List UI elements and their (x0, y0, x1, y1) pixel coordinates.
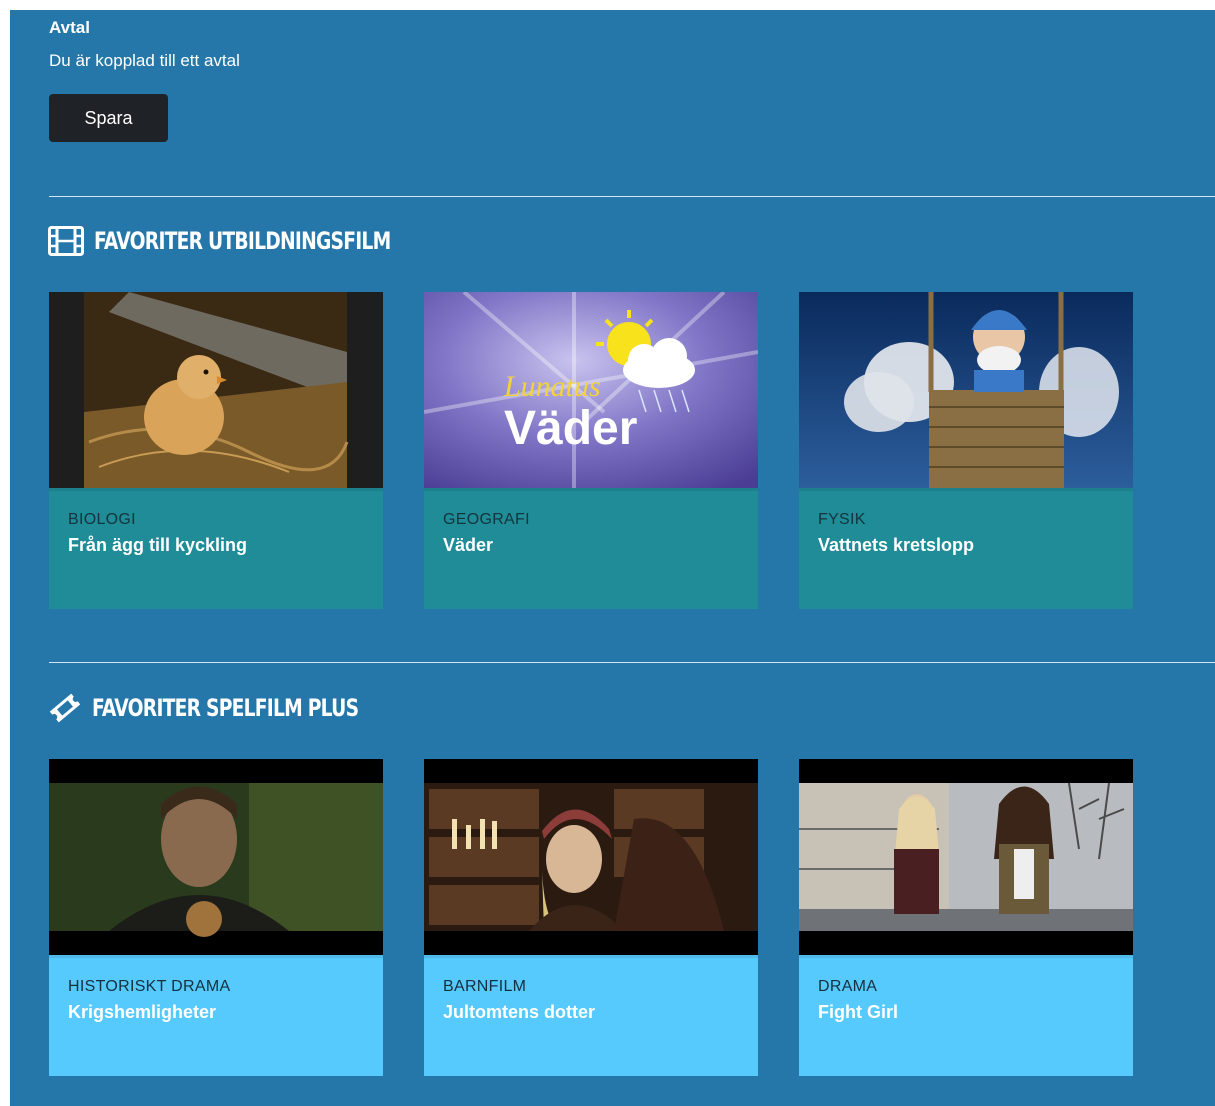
chick-thumbnail (49, 292, 383, 488)
card-title[interactable]: Väder (443, 535, 493, 556)
agreement-status: Du är kopplad till ett avtal (49, 51, 240, 70)
boy-thumbnail (49, 759, 383, 955)
card-category: FYSIK (818, 511, 866, 528)
divider (49, 196, 1215, 197)
film-card-from-egg-to-chick[interactable]: BIOLOGI Från ägg till kyckling (49, 292, 383, 609)
agreement-title: Avtal (49, 18, 90, 37)
card-title[interactable]: Från ägg till kyckling (68, 535, 247, 556)
divider (49, 662, 1215, 663)
section-header-education: FAVORITER UTBILDNINGSFILM (48, 224, 474, 258)
film-card-fight-girl[interactable]: DRAMA Fight Girl (799, 759, 1133, 1076)
ticket-icon (49, 693, 81, 723)
main-panel: Avtal Du är kopplad till ett avtal Spara… (10, 10, 1215, 1106)
weather-logo-lunatus: Lunatus (503, 370, 601, 403)
card-category: DRAMA (818, 978, 878, 995)
girls-street-thumbnail (799, 759, 1133, 955)
film-card-weather[interactable]: Lunatus Väder GEOGRAFI Väder (424, 292, 758, 609)
film-card-krigshemligheter[interactable]: HISTORISKT DRAMA Krigshemligheter (49, 759, 383, 1076)
card-category: BIOLOGI (68, 511, 136, 528)
weather-thumbnail: Lunatus Väder (424, 292, 758, 488)
section-header-feature-films: FAVORITER SPELFILM PLUS (48, 691, 433, 725)
film-card-jultomtens-dotter[interactable]: BARNFILM Jultomtens dotter (424, 759, 758, 1076)
girl-library-thumbnail (424, 759, 758, 955)
section-title: FAVORITER SPELFILM PLUS (92, 694, 359, 722)
card-category: GEOGRAFI (443, 511, 530, 528)
card-title[interactable]: Krigshemligheter (68, 1002, 216, 1023)
card-category: HISTORISKT DRAMA (68, 978, 231, 995)
card-category: BARNFILM (443, 978, 527, 995)
card-title[interactable]: Jultomtens dotter (443, 1002, 595, 1023)
save-button[interactable]: Spara (49, 94, 168, 142)
card-title[interactable]: Fight Girl (818, 1002, 898, 1023)
balloon-thumbnail (799, 292, 1133, 488)
card-title[interactable]: Vattnets kretslopp (818, 535, 974, 556)
weather-logo-vader: Väder (504, 402, 637, 455)
film-icon (48, 226, 84, 256)
film-card-water-cycle[interactable]: FYSIK Vattnets kretslopp (799, 292, 1133, 609)
section-title: FAVORITER UTBILDNINGSFILM (94, 227, 391, 255)
